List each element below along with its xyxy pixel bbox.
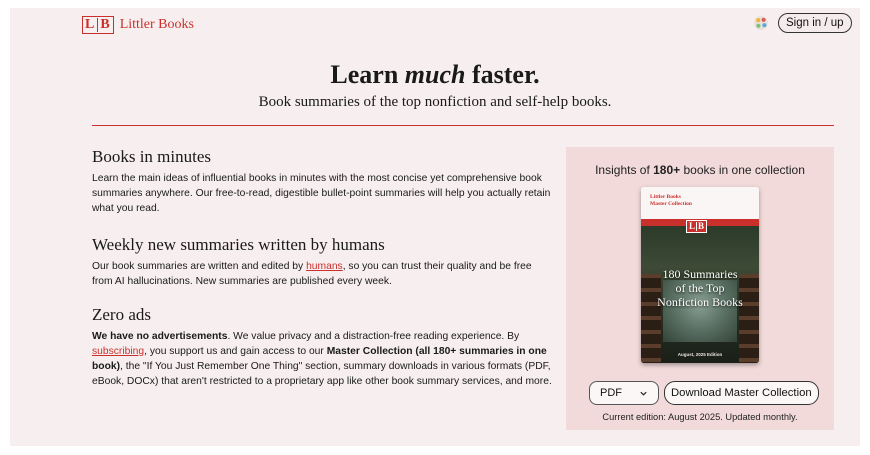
palette-icon[interactable]	[753, 15, 769, 31]
humans-link[interactable]: humans	[306, 261, 343, 272]
feature-body: Our book summaries are written and edite…	[92, 259, 552, 289]
download-master-collection-button[interactable]: Download Master Collection	[664, 381, 819, 405]
format-select[interactable]: PDF	[589, 381, 659, 405]
master-collection-panel: Insights of 180+ books in one collection…	[566, 147, 834, 430]
feature-body-pre: Our book summaries are written and edite…	[92, 261, 307, 272]
book-title-line-2: of the Top	[675, 281, 725, 295]
logo-mark: L B	[82, 16, 114, 34]
sign-in-button[interactable]: Sign in / up	[778, 13, 852, 33]
feature-heading: Zero ads	[92, 305, 152, 324]
edition-note: Current edition: August 2025. Updated mo…	[602, 412, 798, 422]
page: L B Littler Books Sign in / up Learn muc…	[10, 8, 860, 446]
subscribing-link[interactable]: subscribing	[92, 346, 144, 357]
site-logo[interactable]: L B Littler Books	[82, 16, 194, 34]
book-logo-letter-b: B	[698, 221, 705, 231]
hero-title: Learn much faster.	[10, 60, 860, 90]
book-title-line-1: 180 Summaries	[662, 267, 738, 281]
feature-body: Learn the main ideas of influential book…	[92, 173, 551, 214]
feature-body-text-1: . We value privacy and a distraction-fre…	[227, 331, 520, 342]
feature-body-text-3: , the "If You Just Remember One Thing" s…	[92, 361, 552, 387]
panel-title-count: 180+	[653, 163, 681, 177]
hero-title-post: faster.	[465, 60, 540, 89]
hero-subtitle: Book summaries of the top nonfiction and…	[258, 94, 612, 110]
book-title-line-3: Nonfiction Books	[657, 295, 743, 309]
logo-letter-l: L	[85, 18, 99, 32]
book-cover[interactable]: Littler Books Master Collection L B 180 …	[641, 187, 759, 363]
book-cover-line-2: Master Collection	[650, 200, 692, 207]
features-column: Books in minutes Learn the main ideas of…	[92, 147, 552, 403]
panel-title-post: books in one collection	[680, 163, 805, 177]
feature-books-in-minutes: Books in minutes Learn the main ideas of…	[92, 147, 552, 216]
book-cover-logo: L B	[686, 220, 708, 233]
logo-letter-b: B	[100, 17, 111, 32]
feature-heading: Weekly new summaries written by humans	[92, 235, 385, 254]
feature-body-text-2: , you support us and gain access to our	[144, 346, 327, 357]
hero-divider	[92, 125, 834, 126]
chevron-down-icon	[640, 391, 647, 396]
book-cover-header: Littler Books Master Collection	[641, 187, 759, 219]
hero-title-pre: Learn	[330, 60, 405, 89]
no-ads-bold: We have no advertisements	[92, 331, 228, 342]
hero-title-emphasis: much	[404, 60, 466, 89]
logo-text: Littler Books	[119, 17, 194, 32]
panel-title: Insights of 180+ books in one collection	[566, 163, 834, 177]
book-logo-letter-l: L	[689, 221, 698, 231]
book-cover-publisher: Littler Books Master Collection	[650, 194, 692, 207]
feature-written-by-humans: Weekly new summaries written by humans O…	[92, 235, 552, 289]
book-cover-edition: August, 2025 Edition	[677, 352, 723, 357]
format-select-value: PDF	[600, 387, 622, 399]
book-cover-title: 180 Summaries of the Top Nonfiction Book…	[641, 267, 759, 309]
panel-title-pre: Insights of	[595, 163, 654, 177]
feature-heading: Books in minutes	[92, 147, 212, 166]
feature-zero-ads: Zero ads We have no advertisements. We v…	[92, 305, 552, 389]
feature-body: We have no advertisements. We value priv…	[92, 329, 552, 389]
